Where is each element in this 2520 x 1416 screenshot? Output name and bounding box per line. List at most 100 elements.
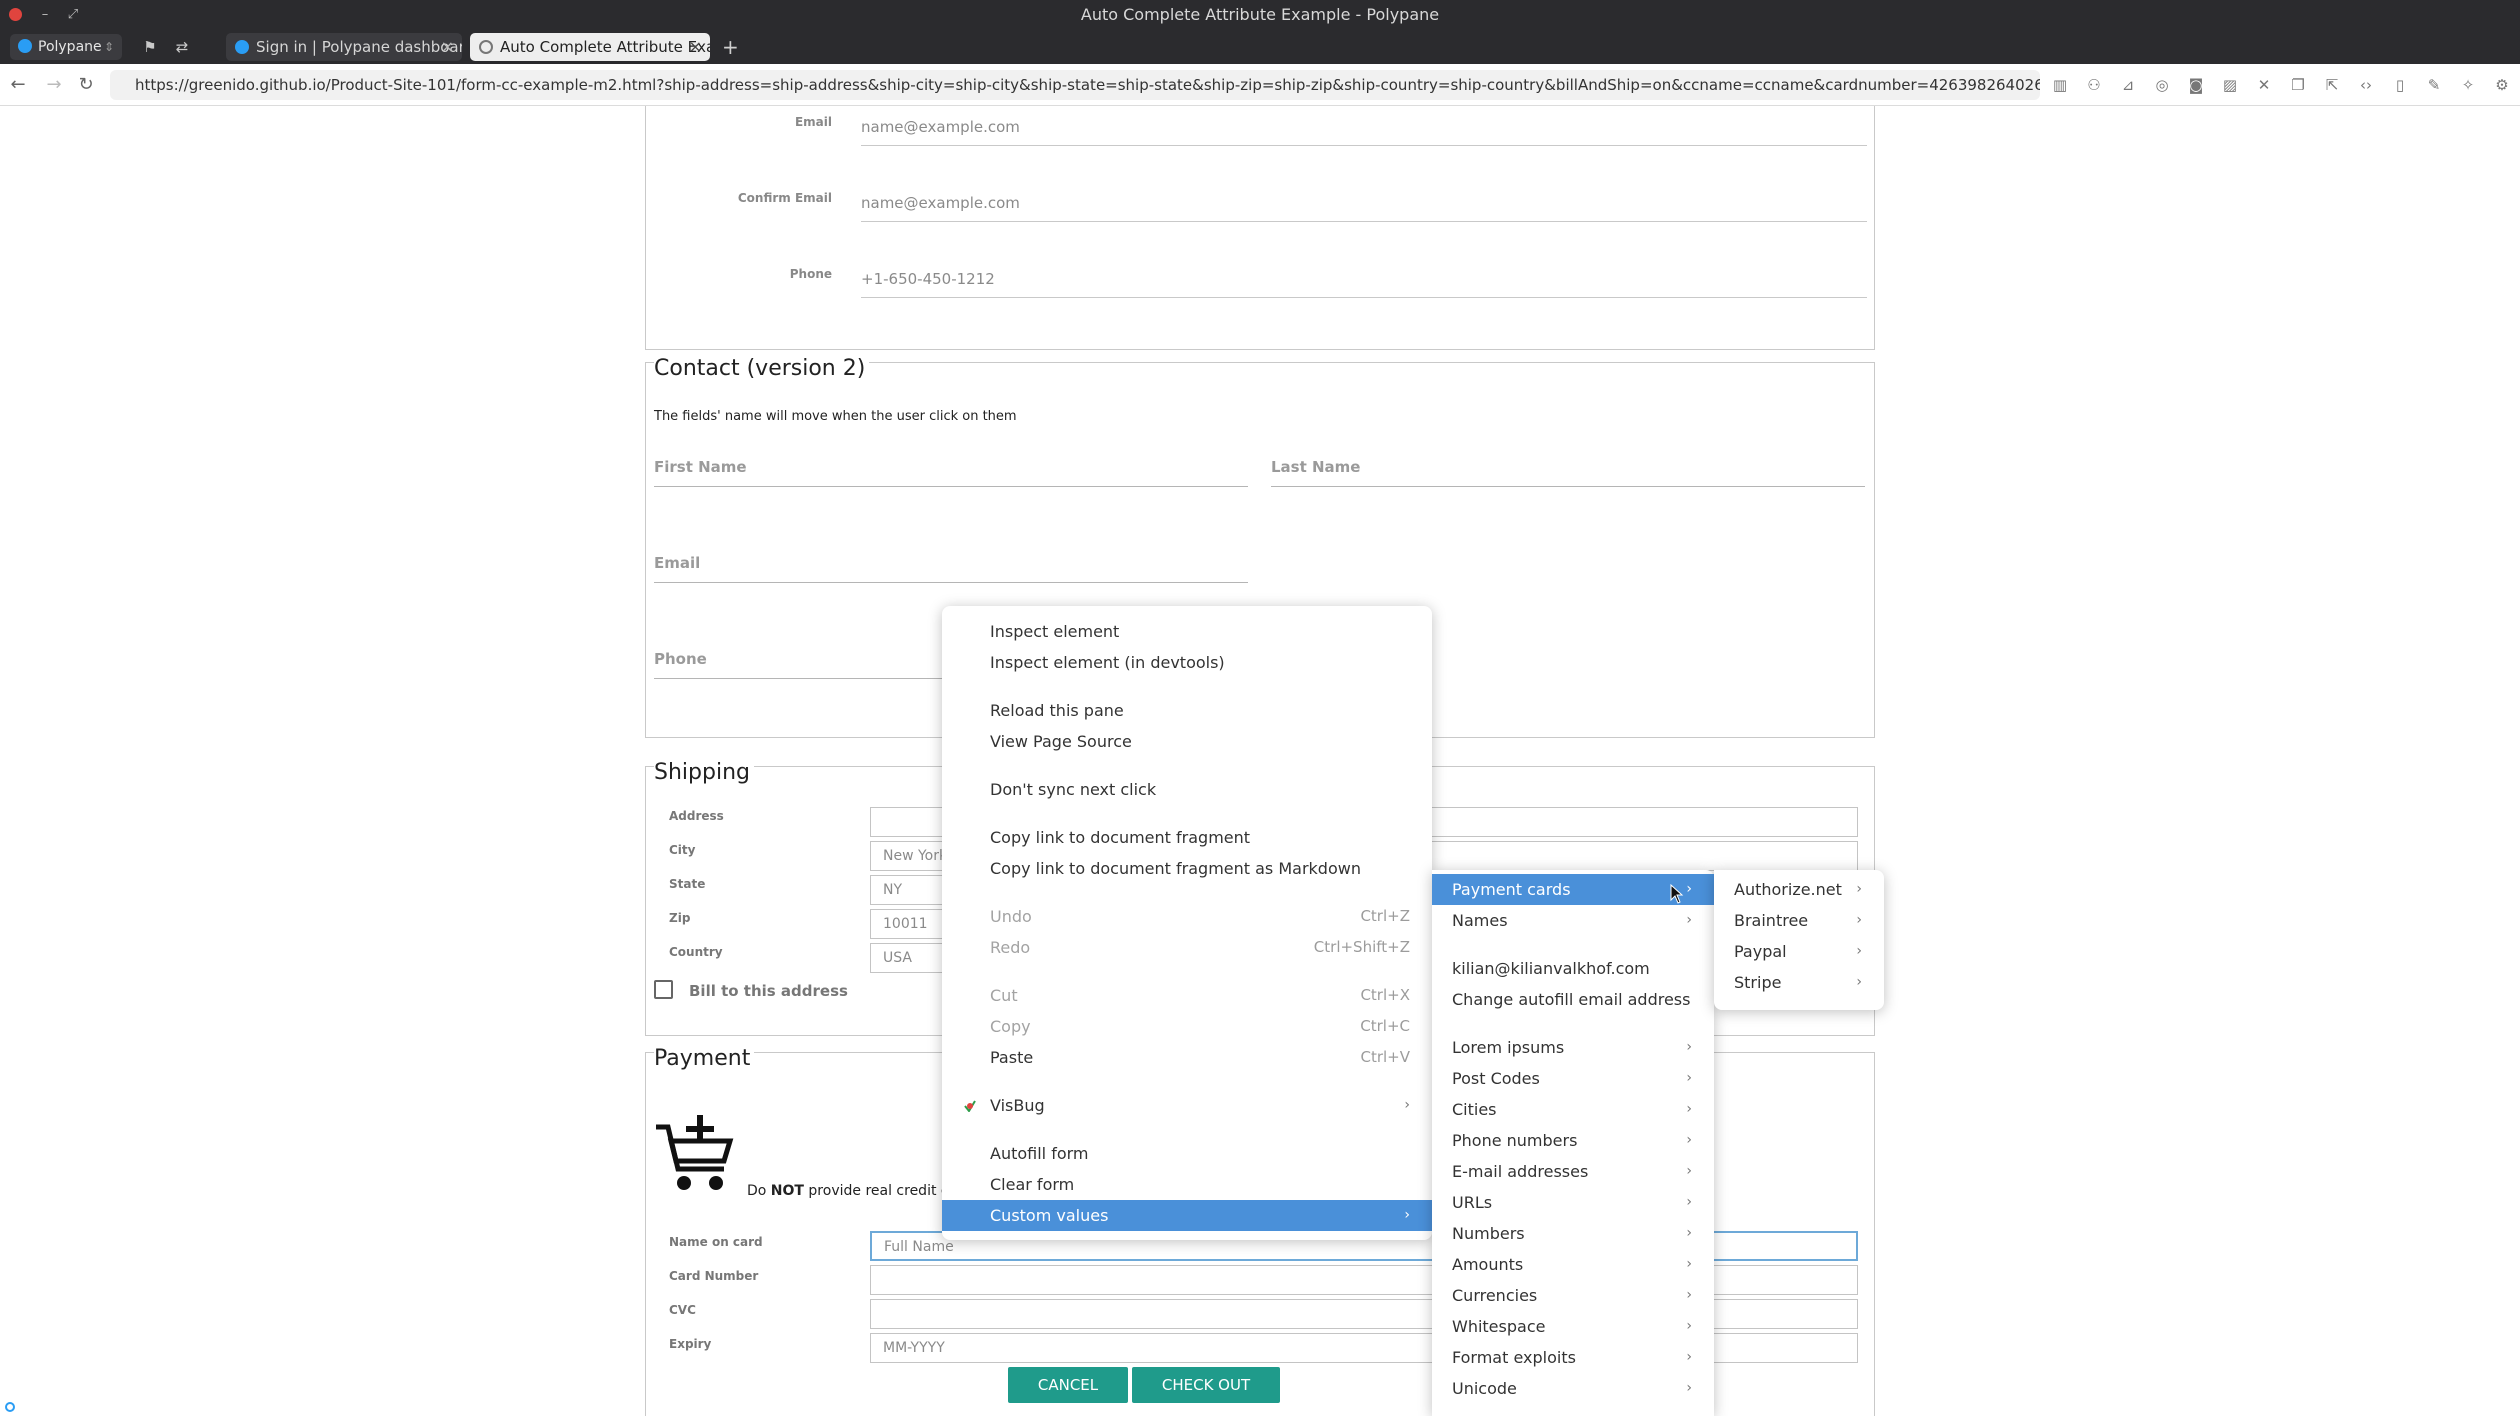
tab-close-icon[interactable]: × xyxy=(441,33,454,61)
checkout-button[interactable]: CHECK OUT xyxy=(1132,1367,1280,1403)
code-icon[interactable]: ‹› xyxy=(2356,75,2376,95)
pointer-icon[interactable]: ⇱ xyxy=(2322,75,2342,95)
menu-cities[interactable]: Cities › xyxy=(1432,1094,1714,1125)
extensions-icon[interactable]: ✧ xyxy=(2458,75,2478,95)
menu-inspect-devtools[interactable]: Inspect element (in devtools) xyxy=(942,647,1432,678)
submenu-arrow-icon: › xyxy=(1686,881,1692,897)
contact-v2-title: Contact (version 2) xyxy=(654,356,870,381)
menu-cut[interactable]: Cut Ctrl+X xyxy=(942,980,1432,1011)
tab-sign-in[interactable]: Sign in | Polypane dashboard × xyxy=(226,33,462,61)
tab-autocomplete[interactable]: Auto Complete Attribute Example × xyxy=(470,33,710,61)
tab-close-icon[interactable]: × xyxy=(689,33,702,61)
first-name-field[interactable]: First Name xyxy=(654,447,1248,487)
back-icon[interactable]: ← xyxy=(8,75,28,95)
contact-v2-hint: The fields' name will move when the user… xyxy=(654,409,1017,424)
menu-whitespace[interactable]: Whitespace › xyxy=(1432,1311,1714,1342)
confirm-email-field[interactable]: name@example.com xyxy=(861,190,1867,222)
name-on-card-label: Name on card xyxy=(669,1235,763,1249)
menu-currencies[interactable]: Currencies › xyxy=(1432,1280,1714,1311)
email-field[interactable]: name@example.com xyxy=(861,114,1867,146)
window-title: Auto Complete Attribute Example - Polypa… xyxy=(1080,5,1440,24)
window-titlebar: – ⤢ Auto Complete Attribute Example - Po… xyxy=(0,0,2520,30)
menu-authorize-net[interactable]: Authorize.net › xyxy=(1714,874,1884,905)
image-icon[interactable]: ▨ xyxy=(2220,75,2240,95)
zip-label: Zip xyxy=(669,911,691,925)
menu-unicode[interactable]: Unicode › xyxy=(1432,1373,1714,1404)
camera-icon[interactable]: ◙ xyxy=(2186,75,2206,95)
phone-field[interactable]: +1-650-450-1212 xyxy=(861,266,1867,298)
submenu-arrow-icon: › xyxy=(1686,912,1692,928)
email-label: Email xyxy=(794,115,832,129)
visbug-icon xyxy=(964,1100,976,1112)
menu-copy[interactable]: Copy Ctrl+C xyxy=(942,1011,1432,1042)
bookmark-icon[interactable]: ⚑ xyxy=(140,37,160,57)
reload-icon[interactable]: ↻ xyxy=(76,75,96,95)
layout-icon[interactable]: ▥ xyxy=(2050,75,2070,95)
app-switcher[interactable]: Polypane ⇕ xyxy=(10,34,122,60)
menu-names[interactable]: Names › xyxy=(1432,905,1714,936)
contact-section: Email name@example.com Confirm Email nam… xyxy=(645,106,1875,350)
new-tab-button[interactable]: + xyxy=(722,37,739,57)
menu-autofill-email[interactable]: kilian@kilianvalkhof.com xyxy=(1432,953,1714,984)
add-to-cart-icon xyxy=(656,1115,734,1190)
ruler-icon[interactable]: ⊿ xyxy=(2118,75,2138,95)
shuffle-icon[interactable]: ⇄ xyxy=(172,37,192,57)
menu-numbers[interactable]: Numbers › xyxy=(1432,1218,1714,1249)
forward-icon[interactable]: → xyxy=(44,75,64,95)
tools-icon[interactable]: ✕ xyxy=(2254,75,2274,95)
menu-undo[interactable]: Undo Ctrl+Z xyxy=(942,901,1432,932)
sidebar-icon[interactable]: ▯ xyxy=(2390,75,2410,95)
settings-icon[interactable]: ⚙ xyxy=(2492,75,2512,95)
cancel-button[interactable]: CANCEL xyxy=(1008,1367,1128,1403)
menu-change-autofill-email[interactable]: Change autofill email address xyxy=(1432,984,1714,1015)
polypane-favicon-icon xyxy=(235,40,249,54)
menu-format-exploits[interactable]: Format exploits › xyxy=(1432,1342,1714,1373)
menu-braintree[interactable]: Braintree › xyxy=(1714,905,1884,936)
menu-copy-link-markdown[interactable]: Copy link to document fragment as Markdo… xyxy=(942,853,1432,884)
polypane-logo-icon xyxy=(18,39,32,53)
last-name-field[interactable]: Last Name xyxy=(1271,447,1865,487)
menu-urls[interactable]: URLs › xyxy=(1432,1187,1714,1218)
menu-lorem-ipsums[interactable]: Lorem ipsums › xyxy=(1432,1032,1714,1063)
menu-paypal[interactable]: Paypal › xyxy=(1714,936,1884,967)
menu-paste[interactable]: Paste Ctrl+V xyxy=(942,1042,1432,1073)
mouse-cursor-icon xyxy=(1670,884,1684,904)
menu-copy-link[interactable]: Copy link to document fragment xyxy=(942,822,1432,853)
submenu-arrow-icon: › xyxy=(1404,1097,1410,1113)
menu-email-addresses[interactable]: E-mail addresses › xyxy=(1432,1156,1714,1187)
address-bar[interactable]: https://greenido.github.io/Product-Site-… xyxy=(110,70,2040,100)
payment-title: Payment xyxy=(654,1046,755,1071)
payment-cards-menu: Authorize.net › Braintree › Paypal › Stripe… xyxy=(1714,870,1884,1010)
menu-view-source[interactable]: View Page Source xyxy=(942,726,1432,757)
pen-icon[interactable]: ✎ xyxy=(2424,75,2444,95)
card-number-label: Card Number xyxy=(669,1269,759,1283)
menu-custom-values[interactable]: Custom values › xyxy=(942,1200,1432,1231)
person-icon[interactable]: ⚇ xyxy=(2084,75,2104,95)
menu-redo[interactable]: Redo Ctrl+Shift+Z xyxy=(942,932,1432,963)
bill-to-address-checkbox[interactable] xyxy=(654,980,673,999)
menu-autofill-form[interactable]: Autofill form xyxy=(942,1138,1432,1169)
updown-icon: ⇕ xyxy=(103,40,114,54)
menu-stripe[interactable]: Stripe › xyxy=(1714,967,1884,998)
copy-panes-icon[interactable]: ❐ xyxy=(2288,75,2308,95)
bill-to-address-label: Bill to this address xyxy=(689,982,848,1000)
target-icon[interactable]: ◎ xyxy=(2152,75,2172,95)
menu-clear-form[interactable]: Clear form xyxy=(942,1169,1432,1200)
tab-label: Sign in | Polypane dashboard xyxy=(256,38,462,56)
menu-reload-pane[interactable]: Reload this pane xyxy=(942,695,1432,726)
cvc-label: CVC xyxy=(669,1303,696,1317)
navigation-bar: ← → ↻ https://greenido.github.io/Product… xyxy=(0,64,2520,106)
expiry-label: Expiry xyxy=(669,1337,712,1351)
custom-values-menu: Payment cards › Names › kilian@kilianvalkh… xyxy=(1432,870,1714,1416)
tab-bar: Polypane ⇕ ⚑ ⇄ Sign in | Polypane dashbo… xyxy=(0,30,2520,64)
menu-visbug[interactable]: VisBug › xyxy=(942,1090,1432,1121)
email-v2-field[interactable]: Email xyxy=(654,543,1248,583)
tab-label: Auto Complete Attribute Example xyxy=(500,38,710,56)
menu-phone-numbers[interactable]: Phone numbers › xyxy=(1432,1125,1714,1156)
menu-post-codes[interactable]: Post Codes › xyxy=(1432,1063,1714,1094)
confirm-email-label: Confirm Email xyxy=(737,191,832,205)
city-label: City xyxy=(669,843,696,857)
menu-dont-sync[interactable]: Don't sync next click xyxy=(942,774,1432,805)
menu-amounts[interactable]: Amounts › xyxy=(1432,1249,1714,1280)
menu-inspect-element[interactable]: Inspect element xyxy=(942,616,1432,647)
